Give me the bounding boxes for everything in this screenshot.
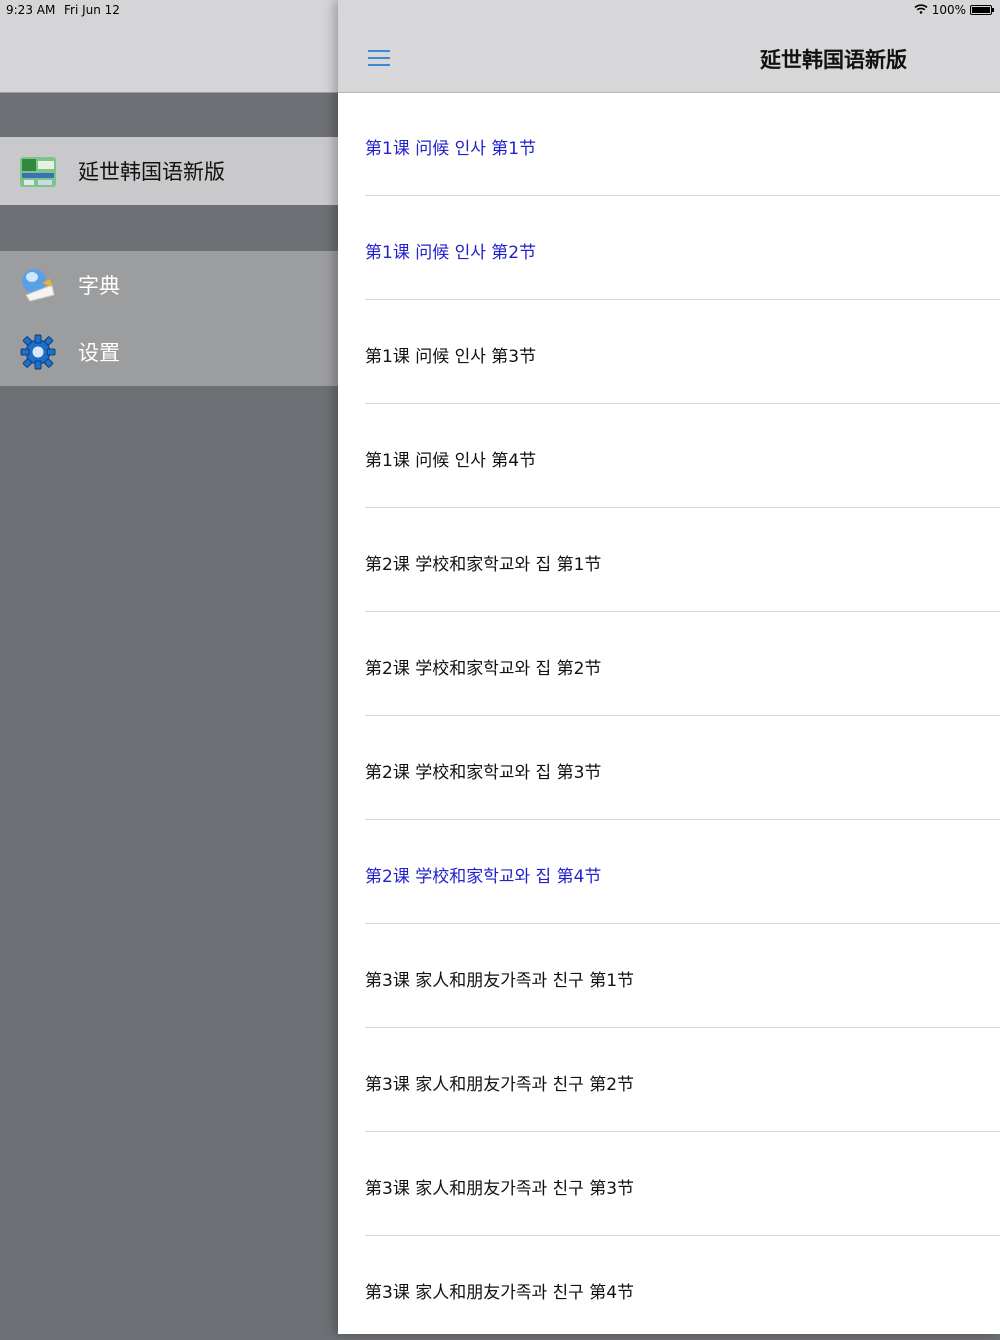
status-time: 9:23 AM (6, 3, 56, 17)
hamburger-menu-icon[interactable] (368, 46, 392, 68)
lesson-item[interactable]: 第1课 问候 인사 第2节 (338, 196, 1000, 300)
lesson-item[interactable]: 第1课 问候 인사 第4节 (338, 404, 1000, 508)
app-logo-icon (18, 151, 58, 191)
sidebar-item-settings[interactable]: 设置 (0, 318, 338, 386)
sidebar-item-settings-label: 设置 (78, 341, 120, 365)
lesson-item[interactable]: 第3课 家人和朋友가족과 친구 第2节 (338, 1028, 1000, 1132)
lesson-item[interactable]: 第2课 学校和家학교와 집 第1节 (338, 508, 1000, 612)
sidebar-item-dictionary[interactable]: 字典 (0, 251, 338, 319)
status-bar: 9:23 AM Fri Jun 12 100% (0, 0, 1000, 20)
lesson-item-label: 第2课 学校和家학교와 집 第1节 (365, 555, 602, 575)
lesson-item[interactable]: 第1课 问候 인사 第3节 (338, 300, 1000, 404)
lesson-item-label: 第2课 学校和家학교와 집 第4节 (365, 867, 602, 887)
dictionary-icon (18, 265, 58, 305)
status-date: Fri Jun 12 (64, 3, 120, 17)
sidebar: 延世韩国语新版 字典 设置 (0, 0, 338, 1334)
lesson-item-label: 第3课 家人和朋友가족과 친구 第3节 (365, 1179, 635, 1199)
page-title: 延世韩国语新版 (760, 48, 907, 72)
sidebar-item-app-label: 延世韩国语新版 (78, 160, 225, 184)
lesson-item-label: 第1课 问候 인사 第3节 (365, 347, 537, 367)
lesson-list: 第1课 问候 인사 第1节 第1课 问候 인사 第2节 第1课 问候 인사 第3… (338, 92, 1000, 1340)
lesson-item[interactable]: 第2课 学校和家학교와 집 第4节 (338, 820, 1000, 924)
lesson-item[interactable]: 第1课 问候 인사 第1节 (338, 92, 1000, 196)
main-panel: 延世韩国语新版 第1课 问候 인사 第1节 第1课 问候 인사 第2节 第1课 … (338, 0, 1000, 1334)
sidebar-item-app[interactable]: 延世韩国语新版 (0, 137, 338, 205)
lesson-item-label: 第1课 问候 인사 第1节 (365, 139, 537, 159)
lesson-item[interactable]: 第3课 家人和朋友가족과 친구 第3节 (338, 1132, 1000, 1236)
lesson-item-label: 第2课 学校和家학교와 집 第2节 (365, 659, 602, 679)
lesson-item[interactable]: 第2课 学校和家학교와 집 第2节 (338, 612, 1000, 716)
lesson-item-label: 第3课 家人和朋友가족과 친구 第4节 (365, 1283, 635, 1303)
gear-icon (18, 332, 58, 372)
lesson-item-label: 第3课 家人和朋友가족과 친구 第2节 (365, 1075, 635, 1095)
lesson-item-label: 第2课 学校和家학교와 집 第3节 (365, 763, 602, 783)
wifi-icon (914, 3, 928, 17)
lesson-item-label: 第3课 家人和朋友가족과 친구 第1节 (365, 971, 635, 991)
lesson-item[interactable]: 第3课 家人和朋友가족과 친구 第4节 (338, 1236, 1000, 1340)
lesson-item-label: 第1课 问候 인사 第4节 (365, 451, 537, 471)
sidebar-item-dictionary-label: 字典 (78, 274, 120, 298)
status-indicators: 100% (914, 3, 994, 17)
battery-fill (972, 7, 990, 13)
lesson-item[interactable]: 第2课 学校和家학교와 집 第3节 (338, 716, 1000, 820)
battery-icon (970, 5, 994, 15)
battery-percent: 100% (931, 3, 966, 17)
lesson-item-label: 第1课 问候 인사 第2节 (365, 243, 537, 263)
lesson-item[interactable]: 第3课 家人和朋友가족과 친구 第1节 (338, 924, 1000, 1028)
